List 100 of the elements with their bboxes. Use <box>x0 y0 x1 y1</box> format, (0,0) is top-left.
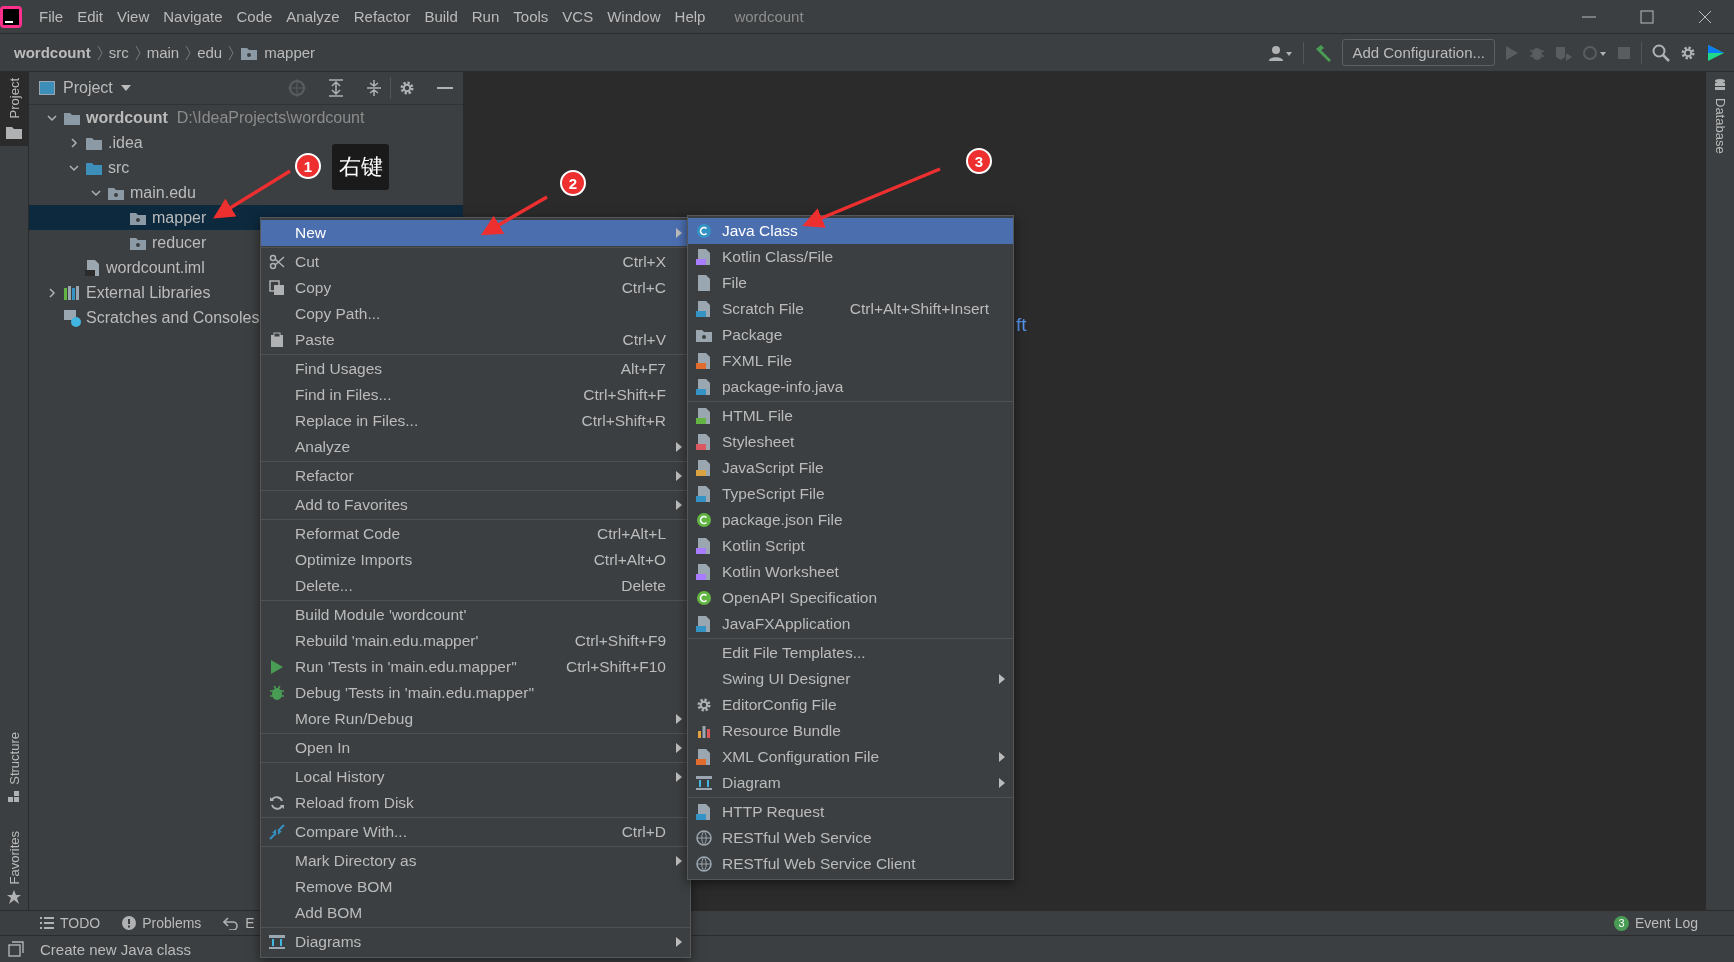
menu-item[interactable]: More Run/Debug <box>261 706 690 732</box>
menu-item[interactable]: Swing UI Designer <box>688 666 1013 692</box>
submenu-arrow-icon <box>675 471 683 481</box>
menu-bar-item[interactable]: Run <box>464 4 507 29</box>
undo-icon <box>223 916 240 930</box>
menu-item[interactable]: Run 'Tests in 'main.edu.mapper'' Ctrl+Shift+F10 <box>261 654 690 680</box>
settings-icon <box>399 80 415 96</box>
menu-item[interactable]: Scratch File Ctrl+Alt+Shift+Insert <box>688 296 1013 322</box>
menu-item[interactable]: Find in Files... Ctrl+Shift+F <box>261 382 690 408</box>
hide-icon <box>437 86 453 90</box>
menu-item[interactable]: Optimize Imports Ctrl+Alt+O <box>261 547 690 573</box>
menu-item[interactable]: New <box>261 220 690 246</box>
file-icon <box>696 615 712 633</box>
submenu-arrow-icon <box>998 752 1006 762</box>
menu-item[interactable]: XML Configuration File <box>688 744 1013 770</box>
menu-item[interactable]: Open In <box>261 735 690 761</box>
menu-item[interactable]: Kotlin Worksheet <box>688 559 1013 585</box>
menu-item[interactable]: FXML File <box>688 348 1013 374</box>
menu-item[interactable]: package-info.java <box>688 374 1013 400</box>
menu-item[interactable]: package.json File <box>688 507 1013 533</box>
file-icon <box>696 433 712 451</box>
menu-bar-item[interactable]: Build <box>417 4 465 29</box>
menu-item[interactable]: OpenAPI Specification <box>688 585 1013 611</box>
menu-bar-item[interactable]: Window <box>600 4 668 29</box>
menu-bar-item[interactable]: Code <box>229 4 280 29</box>
tool-window-tab[interactable]: Favorites <box>0 824 28 910</box>
menu-item[interactable]: Java Class <box>688 218 1013 244</box>
menu-bar-item[interactable]: Refactor <box>346 4 418 29</box>
menu-item[interactable]: Debug 'Tests in 'main.edu.mapper'' <box>261 680 690 706</box>
breadcrumb-item[interactable]: src <box>108 44 129 61</box>
menu-item[interactable]: Diagrams <box>261 929 690 955</box>
menu-bar-item[interactable]: View <box>110 4 157 29</box>
menu-item[interactable]: Stylesheet <box>688 429 1013 455</box>
menu-bar-item[interactable]: Navigate <box>156 4 230 29</box>
run-configuration-button[interactable]: Add Configuration... <box>1342 39 1495 66</box>
menu-item[interactable]: File <box>688 270 1013 296</box>
tool-window-button[interactable]: TODO <box>40 915 101 931</box>
tree-item[interactable]: .idea <box>29 130 149 155</box>
menu-item[interactable]: Build Module 'wordcount' <box>261 602 690 628</box>
tree-item[interactable]: reducer <box>29 230 213 255</box>
menu-item[interactable]: Reformat Code Ctrl+Alt+L <box>261 521 690 547</box>
copy-icon <box>269 280 285 296</box>
settings-icon <box>1680 44 1696 61</box>
tree-item[interactable]: External Libraries <box>29 280 217 305</box>
shortcut-label: Alt+F7 <box>620 360 666 378</box>
tree-item[interactable]: wordcount.iml <box>29 255 211 280</box>
breadcrumb-item[interactable]: mapper <box>264 44 316 61</box>
menu-item[interactable]: JavaScript File <box>688 455 1013 481</box>
expand-all-icon <box>328 79 344 97</box>
menu-item[interactable]: JavaFXApplication <box>688 611 1013 637</box>
tool-window-tab[interactable]: Project <box>0 72 28 147</box>
breadcrumb-item[interactable]: edu <box>197 44 223 61</box>
breadcrumb-item[interactable]: main <box>146 44 180 61</box>
tool-window-tab[interactable]: Database <box>1706 72 1734 160</box>
menu-item[interactable]: RESTful Web Service Client <box>688 851 1013 877</box>
menu-item[interactable]: HTML File <box>688 403 1013 429</box>
menu-bar-item[interactable]: Help <box>667 4 713 29</box>
menu-item[interactable]: Paste Ctrl+V <box>261 327 690 353</box>
tool-window-button[interactable]: Problems <box>122 915 202 931</box>
tree-item[interactable]: src <box>29 155 136 180</box>
tree-item[interactable]: wordcount D:\IdeaProjects\wordcount <box>29 105 371 130</box>
menu-bar-item[interactable]: Analyze <box>279 4 347 29</box>
menu-item[interactable]: RESTful Web Service <box>688 825 1013 851</box>
breadcrumb-item[interactable]: wordcount <box>14 44 91 61</box>
menu-item[interactable]: Edit File Templates... <box>688 640 1013 666</box>
menu-item[interactable]: HTTP Request <box>688 799 1013 825</box>
menu-item[interactable]: Mark Directory as <box>261 848 690 874</box>
menu-item[interactable]: Copy Ctrl+C <box>261 275 690 301</box>
tree-item[interactable]: main.edu <box>29 180 202 205</box>
menu-bar-item[interactable]: File <box>32 4 71 29</box>
view-selector[interactable]: Project <box>39 79 131 97</box>
menu-item[interactable]: Package <box>688 322 1013 348</box>
menu-item[interactable]: EditorConfig File <box>688 692 1013 718</box>
menu-item[interactable]: Replace in Files... Ctrl+Shift+R <box>261 408 690 434</box>
menu-bar-item[interactable]: Tools <box>506 4 556 29</box>
menu-item[interactable]: Compare With... Ctrl+D <box>261 819 690 845</box>
event-log-button[interactable]: 3 Event Log <box>1613 915 1698 931</box>
menu-item[interactable]: Find Usages Alt+F7 <box>261 356 690 382</box>
tool-window-button[interactable]: E <box>223 915 255 931</box>
menu-item[interactable]: Reload from Disk <box>261 790 690 816</box>
menu-item[interactable]: Resource Bundle <box>688 718 1013 744</box>
menu-bar-item[interactable]: VCS <box>555 4 601 29</box>
menu-item[interactable]: Add to Favorites <box>261 492 690 518</box>
menu-item[interactable]: Kotlin Script <box>688 533 1013 559</box>
menu-item[interactable]: Analyze <box>261 434 690 460</box>
menu-item[interactable]: Remove BOM <box>261 874 690 900</box>
shortcut-label: Ctrl+Alt+O <box>593 551 666 569</box>
menu-item[interactable]: Kotlin Class/File <box>688 244 1013 270</box>
menu-item[interactable]: Refactor <box>261 463 690 489</box>
menu-item[interactable]: Add BOM <box>261 900 690 926</box>
menu-item[interactable]: Rebuild 'main.edu.mapper' Ctrl+Shift+F9 <box>261 628 690 654</box>
class-icon <box>696 223 712 239</box>
tool-window-tab[interactable]: Structure <box>0 725 28 809</box>
menu-item[interactable]: TypeScript File <box>688 481 1013 507</box>
menu-item[interactable]: Cut Ctrl+X <box>261 249 690 275</box>
menu-item[interactable]: Local History <box>261 764 690 790</box>
menu-bar-item[interactable]: Edit <box>70 4 111 29</box>
menu-item[interactable]: Delete... Delete <box>261 573 690 599</box>
hammer-icon <box>1314 43 1333 62</box>
menu-item[interactable]: Diagram <box>688 770 1013 796</box>
